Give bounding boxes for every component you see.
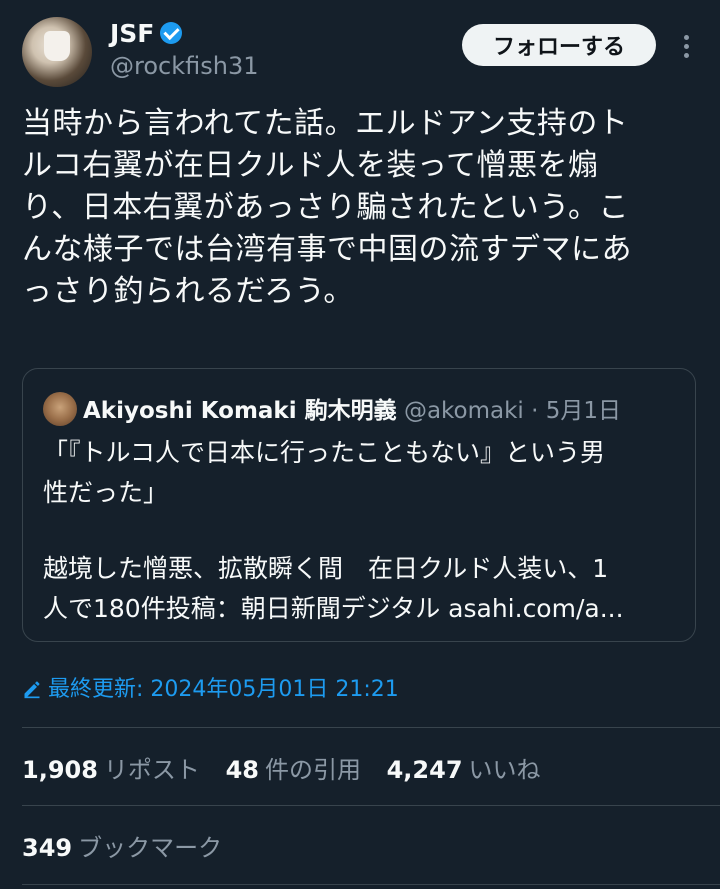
tweet-text-line: 当時から言われてた話。エルドアン支持のト	[22, 106, 629, 141]
quoted-text-line: 性だった」	[43, 478, 169, 507]
quoted-text-line: 人で180件投稿：朝日新聞デジタル asahi.com/a...	[43, 594, 624, 623]
last-edited-link[interactable]: 最終更新: 2024年05月01日 21:21	[22, 671, 399, 703]
tweet-text-line: ルコ右翼が在日クルド人を装って憎悪を煽	[22, 148, 599, 183]
quoted-author-name: Akiyoshi Komaki 駒木明義	[83, 398, 397, 424]
likes-stat[interactable]: 4,247 いいね	[387, 750, 541, 785]
bookmarks-stat[interactable]: 349 ブックマーク	[22, 828, 222, 863]
author-display-name[interactable]: JSF	[110, 19, 154, 48]
quotes-stat[interactable]: 48 件の引用	[226, 750, 361, 785]
quoted-author-avatar	[43, 392, 77, 426]
pencil-icon	[24, 681, 40, 699]
quoted-tweet-text: 「『トルコ人で日本に行ったこともない』という男 性だった」 越境した憎悪、拡散瞬…	[43, 433, 683, 629]
author-handle[interactable]: @rockfish31	[110, 52, 259, 80]
quotes-count: 48	[225, 756, 259, 784]
tweet-text-line: っさり釣られるだろう。	[22, 274, 354, 309]
reposts-count: 1,908	[22, 756, 98, 784]
quoted-text-line: 越境した憎悪、拡散瞬く間 在日クルド人装い、1	[43, 554, 609, 583]
likes-count: 4,247	[386, 756, 463, 784]
tweet-text: 当時から言われてた話。エルドアン支持のト ルコ右翼が在日クルド人を装って憎悪を煽…	[22, 103, 702, 313]
quoted-separator: ·	[531, 398, 539, 424]
verified-badge-icon[interactable]	[160, 22, 183, 44]
bookmarks-label: ブックマーク	[78, 834, 223, 862]
tweet-text-line: んな様子では台湾有事で中国の流すデマにあ	[22, 232, 632, 267]
author-names[interactable]: JSF @rockfish31	[110, 19, 259, 80]
divider	[22, 805, 720, 806]
tweet-text-line: り、日本右翼があっさり騙されたという。こ	[22, 190, 629, 225]
follow-button[interactable]: フォローする	[462, 24, 656, 66]
quoted-author-handle: @akomaki	[403, 398, 524, 424]
engagement-stats: 1,908 リポスト 48 件の引用 4,247 いいね	[22, 750, 559, 785]
likes-label: いいね	[468, 756, 541, 784]
reposts-stat[interactable]: 1,908 リポスト	[22, 750, 200, 785]
author-avatar[interactable]	[22, 17, 92, 87]
quoted-date: 5月1日	[545, 398, 622, 424]
tweet-header: JSF @rockfish31 フォローする	[22, 17, 700, 87]
last-edited-text[interactable]: 最終更新: 2024年05月01日 21:21	[48, 677, 399, 702]
quotes-label: 件の引用	[264, 756, 361, 784]
quoted-tweet-card[interactable]: Akiyoshi Komaki 駒木明義 @akomaki · 5月1日 「『ト…	[22, 368, 696, 642]
quoted-text-line: 「『トルコ人で日本に行ったこともない』という男	[43, 438, 606, 467]
bookmarks-count: 349	[22, 834, 73, 862]
divider	[22, 884, 720, 885]
reposts-label: リポスト	[103, 756, 200, 784]
more-options-icon[interactable]	[678, 35, 694, 61]
quoted-tweet-header: Akiyoshi Komaki 駒木明義 @akomaki · 5月1日	[43, 391, 621, 426]
divider	[22, 727, 720, 728]
